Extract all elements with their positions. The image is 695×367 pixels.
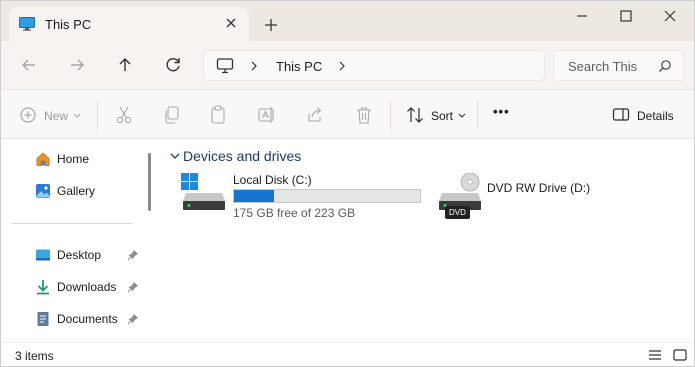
title-bar: This PC: [1, 1, 694, 42]
minimize-icon[interactable]: [567, 5, 597, 27]
drive-free-space-c: 175 GB free of 223 GB: [233, 206, 356, 220]
refresh-icon[interactable]: [161, 53, 185, 77]
command-bar: New Sort ••• Details: [1, 89, 694, 139]
maximize-icon[interactable]: [611, 5, 641, 27]
home-icon: [36, 152, 50, 166]
search-icon: [659, 60, 671, 72]
address-bar[interactable]: This PC: [203, 50, 545, 81]
details-pane-icon[interactable]: [612, 105, 630, 125]
copy-icon[interactable]: [163, 105, 181, 125]
new-button-label[interactable]: New: [44, 109, 68, 123]
toolbar-separator: [390, 100, 391, 130]
more-options-button[interactable]: •••: [493, 104, 510, 119]
pin-icon[interactable]: [127, 249, 139, 261]
desktop-icon: [36, 249, 50, 261]
chevron-down-icon[interactable]: [169, 151, 181, 161]
disk-usage-bar: [233, 189, 421, 203]
large-icons-view-icon[interactable]: [672, 348, 688, 362]
pin-icon[interactable]: [127, 281, 139, 293]
document-icon: [37, 312, 49, 326]
status-bar: 3 items: [1, 342, 694, 366]
plus-icon[interactable]: [261, 15, 281, 35]
new-icon[interactable]: [19, 105, 37, 125]
rename-icon[interactable]: [257, 105, 277, 125]
sidebar-item-downloads[interactable]: Downloads: [31, 273, 146, 301]
monitor-icon: [19, 17, 35, 31]
forward-arrow-icon[interactable]: [65, 53, 89, 77]
disk-usage-fill: [234, 190, 274, 202]
sidebar-item-home[interactable]: Home: [31, 145, 146, 173]
sidebar-scrollbar[interactable]: [148, 153, 151, 211]
item-count: 3 items: [15, 349, 54, 363]
navigation-pane: Home Gallery Desktop Downloads Documents: [1, 139, 159, 342]
sidebar-item-label: Documents: [57, 312, 118, 326]
details-view-icon[interactable]: [647, 348, 663, 362]
chevron-down-icon[interactable]: [457, 105, 467, 125]
share-icon[interactable]: [305, 105, 325, 125]
breadcrumb-this-pc[interactable]: This PC: [276, 59, 322, 74]
cut-icon[interactable]: [115, 105, 133, 125]
gallery-icon: [36, 184, 50, 198]
pin-icon[interactable]: [127, 313, 139, 325]
toolbar-separator: [477, 100, 478, 130]
chevron-right-icon[interactable]: [336, 59, 348, 73]
dvd-badge: DVD: [445, 206, 470, 219]
group-header-devices[interactable]: Devices and drives: [183, 148, 301, 164]
up-arrow-icon[interactable]: [113, 53, 137, 77]
sidebar-item-label: Home: [57, 152, 90, 166]
close-icon[interactable]: [221, 13, 241, 33]
drive-name-c[interactable]: Local Disk (C:): [233, 173, 312, 187]
close-icon[interactable]: [655, 5, 685, 27]
content-area: Devices and drives Local Disk (C:) 175 G…: [159, 139, 694, 342]
toolbar-separator: [97, 100, 98, 130]
sidebar-item-label: Desktop: [57, 248, 102, 262]
paste-icon[interactable]: [209, 105, 227, 125]
chevron-right-icon[interactable]: [248, 59, 260, 73]
sidebar-item-gallery[interactable]: Gallery: [31, 177, 146, 205]
details-button-label[interactable]: Details: [637, 109, 674, 123]
explorer-window: This PC This PC Search This New Sort •••…: [0, 0, 695, 367]
monitor-icon: [216, 58, 234, 74]
windows-drive-icon: [181, 173, 225, 210]
search-placeholder[interactable]: Search This: [568, 59, 637, 74]
sidebar-item-label: Gallery: [57, 184, 96, 198]
sidebar-item-desktop[interactable]: Desktop: [31, 241, 146, 269]
sidebar-item-label: Downloads: [57, 280, 117, 294]
download-icon: [37, 280, 49, 295]
sidebar-divider: [11, 223, 133, 224]
delete-icon[interactable]: [355, 105, 373, 125]
tab-this-pc[interactable]: This PC: [9, 7, 249, 42]
back-arrow-icon[interactable]: [17, 53, 41, 77]
sort-button-label[interactable]: Sort: [431, 109, 453, 123]
sidebar-item-documents[interactable]: Documents: [31, 305, 146, 333]
tab-title: This PC: [45, 17, 92, 32]
search-box[interactable]: Search This: [553, 50, 684, 81]
navigation-bar: This PC Search This: [1, 41, 694, 89]
sort-icon[interactable]: [405, 105, 425, 125]
chevron-down-icon[interactable]: [72, 105, 82, 125]
drive-name-d[interactable]: DVD RW Drive (D:): [487, 181, 590, 195]
